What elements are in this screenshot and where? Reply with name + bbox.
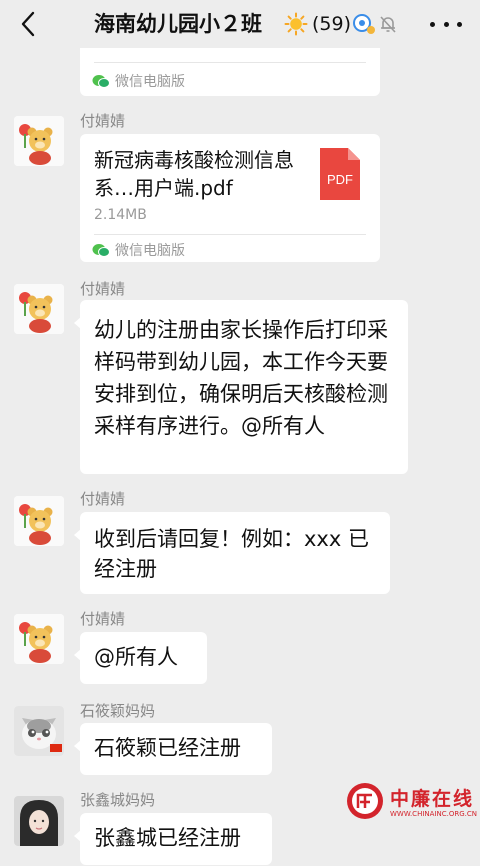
sender-name: 张鑫城妈妈: [80, 791, 156, 809]
message-bubble[interactable]: 张鑫城已经注册: [74, 813, 272, 865]
back-chevron-icon[interactable]: [14, 8, 42, 40]
message-bubble[interactable]: 收到后请回复！例如：xxx 已经注册: [74, 512, 390, 594]
watermark-emblem-icon: [347, 783, 383, 819]
hongbao-icon[interactable]: [352, 13, 376, 39]
bear-avatar-icon: [14, 284, 64, 334]
source-label: 微信电脑版: [115, 74, 185, 90]
member-count: (59): [312, 13, 352, 35]
more-icon[interactable]: [430, 14, 462, 34]
sender-name: 付婧婧: [80, 112, 126, 130]
sun-icon: [284, 12, 308, 40]
card-source: 微信电脑版: [92, 240, 185, 260]
wechat-icon: [92, 74, 110, 88]
avatar[interactable]: [14, 796, 64, 846]
pdf-file-icon: PDF: [320, 148, 360, 204]
mute-bell-icon: [378, 14, 398, 38]
wechat-icon: [92, 243, 110, 257]
sender-name: 付婧婧: [80, 490, 126, 508]
avatar[interactable]: [14, 706, 64, 756]
sender-name: 付婧婧: [80, 610, 126, 628]
bear-avatar-icon: [14, 116, 64, 166]
bear-avatar-icon: [14, 614, 64, 664]
message-bubble[interactable]: @所有人: [74, 632, 207, 684]
card-source: 微信电脑版: [92, 71, 185, 91]
avatar[interactable]: [14, 614, 64, 664]
avatar[interactable]: [14, 496, 64, 546]
sender-name: 付婧婧: [80, 280, 126, 298]
card-divider: [94, 62, 366, 63]
chat-title[interactable]: 海南幼儿园小２班: [94, 10, 262, 38]
source-label: 微信电脑版: [115, 243, 185, 259]
card-divider: [94, 234, 366, 235]
message-bubble[interactable]: 石筱颖已经注册: [74, 723, 272, 775]
file-size: 2.14MB: [94, 207, 147, 223]
file-card[interactable]: 新冠病毒核酸检测信息系…用户端.pdf 2.14MB PDF 微信电脑版: [80, 134, 380, 262]
avatar[interactable]: [14, 284, 64, 334]
sender-name: 石筱颖妈妈: [80, 702, 156, 720]
watermark-logo: 中廉在线 WWW.CHINAINC.ORG.CN: [346, 780, 477, 824]
message-bubble[interactable]: 幼儿的注册由家长操作后打印采样码带到幼儿园，本工作今天要安排到位，确保明后天核酸…: [74, 300, 408, 474]
portrait-avatar-icon: [14, 796, 64, 846]
avatar[interactable]: [14, 116, 64, 166]
bear-avatar-icon: [14, 496, 64, 546]
watermark-url: WWW.CHINAINC.ORG.CN: [390, 810, 477, 818]
svg-text:PDF: PDF: [327, 172, 353, 187]
file-name: 新冠病毒核酸检测信息系…用户端.pdf: [94, 148, 294, 200]
cat-avatar-icon: [14, 706, 64, 756]
watermark-text: 中廉在线: [390, 788, 475, 810]
chat-header: 海南幼儿园小２班 (59): [0, 0, 480, 48]
